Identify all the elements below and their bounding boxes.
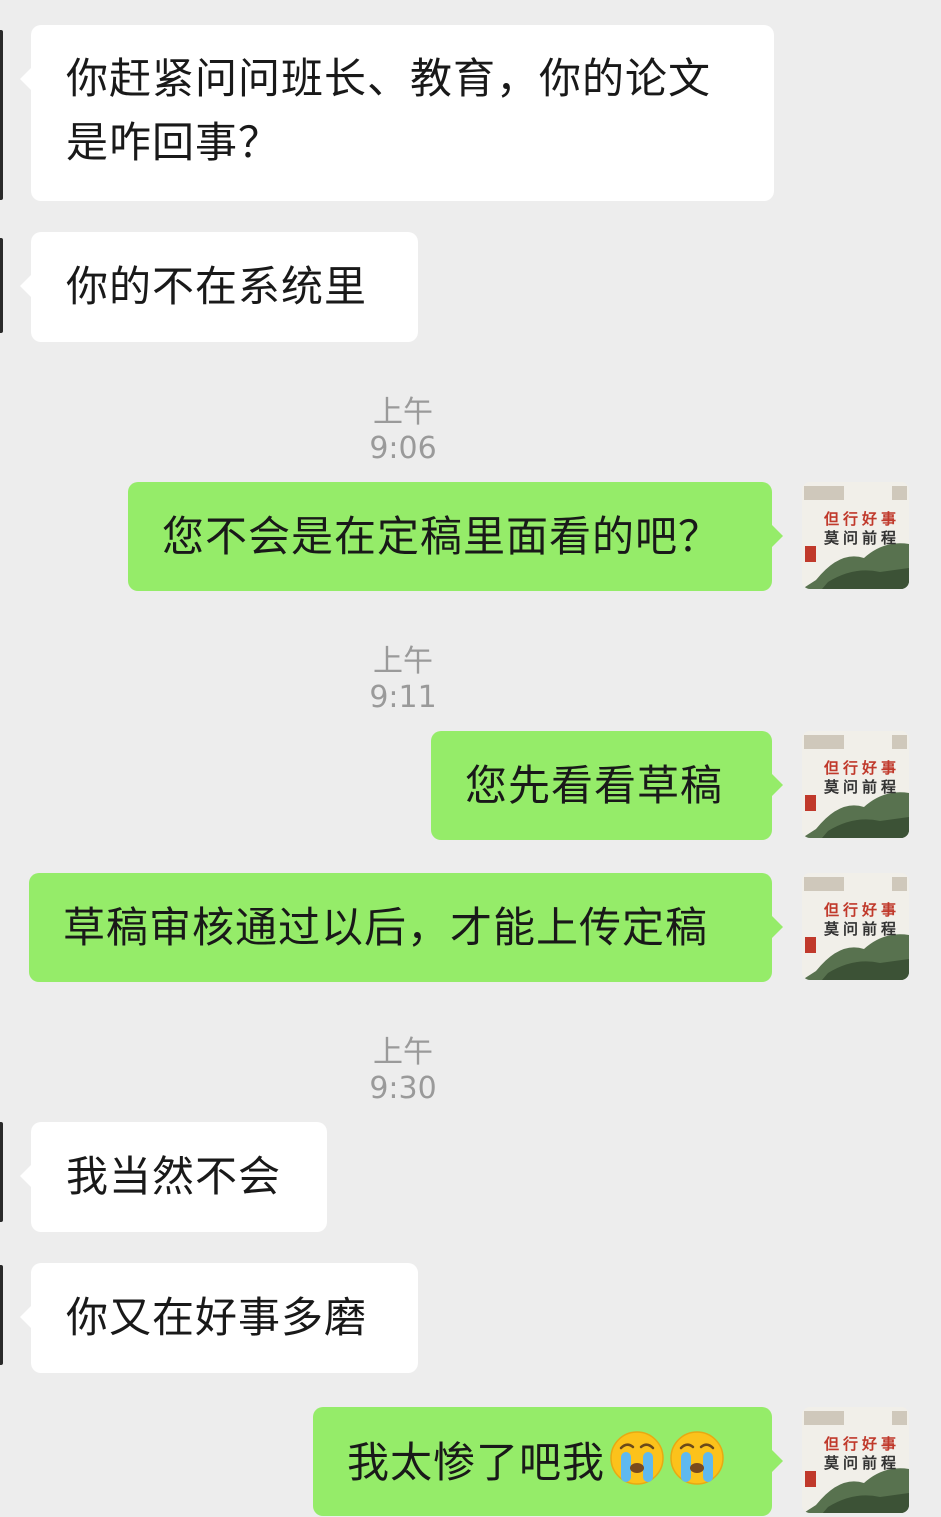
- message-text: 我太惨了吧我: [347, 1438, 606, 1487]
- message-text: 您不会是在定稿里面看的吧？: [162, 512, 722, 561]
- message-bubble-sent[interactable]: 草稿审核通过以后，才能上传定稿: [29, 873, 783, 982]
- avatar[interactable]: 但行好事 莫问前程: [802, 482, 909, 589]
- timestamp: 上午9:11: [369, 644, 437, 715]
- avatar-line-1: 但行好事: [824, 1435, 901, 1453]
- cropped-avatar-edge: [0, 30, 3, 200]
- crying-face-icon: [670, 1431, 724, 1485]
- avatar-line-1: 但行好事: [824, 759, 901, 777]
- message-text: 草稿审核通过以后，才能上传定稿: [63, 903, 709, 952]
- message-bubble-received[interactable]: 我当然不会: [20, 1122, 327, 1232]
- message-bubble-received[interactable]: 你的不在系统里: [20, 232, 418, 342]
- message-text: 你的不在系统里: [66, 262, 368, 311]
- avatar-line-1: 但行好事: [824, 901, 901, 919]
- message-bubble-sent[interactable]: 您先看看草稿: [431, 731, 783, 840]
- avatar-line-1: 但行好事: [824, 510, 901, 528]
- avatar[interactable]: 但行好事 莫问前程: [802, 731, 909, 838]
- message-bubble-sent[interactable]: 您不会是在定稿里面看的吧？: [128, 482, 783, 591]
- crying-face-icon: [610, 1431, 664, 1485]
- avatar-line-2: 莫问前程: [824, 920, 901, 938]
- avatar-line-2: 莫问前程: [824, 1454, 901, 1472]
- avatar[interactable]: 但行好事 莫问前程: [802, 873, 909, 980]
- message-text: 你又在好事多磨: [66, 1293, 368, 1342]
- avatar-line-2: 莫问前程: [824, 529, 901, 547]
- timestamp: 上午9:30: [369, 1035, 437, 1106]
- timestamp: 上午9:06: [369, 395, 437, 466]
- avatar-line-2: 莫问前程: [824, 778, 901, 796]
- message-bubble-sent[interactable]: 我太惨了吧我: [313, 1407, 783, 1516]
- cropped-avatar-edge: [0, 1122, 3, 1222]
- avatar[interactable]: 但行好事 莫问前程: [802, 1407, 909, 1513]
- cropped-avatar-edge: [0, 1265, 3, 1365]
- cropped-avatar-edge: [0, 238, 3, 333]
- message-text: 我当然不会: [66, 1152, 282, 1201]
- message-bubble-received[interactable]: 你赶紧问问班长、教育，你的论文 是咋回事？: [20, 25, 774, 201]
- message-text: 您先看看草稿: [465, 761, 724, 810]
- message-bubble-received[interactable]: 你又在好事多磨: [20, 1263, 418, 1373]
- message-text: 你赶紧问问班长、教育，你的论文 是咋回事？: [66, 54, 712, 167]
